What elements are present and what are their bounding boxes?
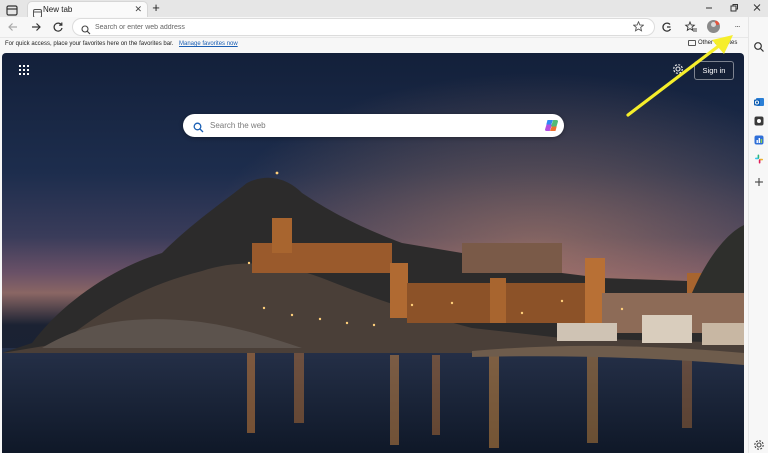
favorites-bar-message: For quick access, place your favorites h… [5, 41, 174, 47]
sidebar-search-icon[interactable] [753, 41, 765, 53]
title-bar: New tab ✕ + [0, 0, 768, 18]
web-search-box[interactable] [183, 114, 564, 137]
search-icon [193, 120, 204, 133]
edge-sidebar [748, 17, 768, 453]
tab-title: New tab [43, 5, 73, 14]
restore-icon[interactable] [727, 2, 741, 14]
address-input[interactable] [95, 21, 625, 33]
forward-arrow-icon[interactable] [29, 20, 43, 34]
back-arrow-icon[interactable] [6, 20, 20, 34]
notification-dot [715, 20, 720, 25]
address-bar[interactable] [72, 18, 655, 36]
tab-new-tab[interactable]: New tab ✕ [27, 1, 148, 18]
screenshot-icon[interactable] [753, 115, 765, 127]
app-launcher-icon[interactable] [19, 65, 29, 75]
web-search-input[interactable] [210, 119, 530, 132]
slack-icon[interactable] [753, 153, 765, 165]
add-icon[interactable] [753, 176, 765, 188]
minimize-icon[interactable] [702, 2, 716, 14]
new-tab-button[interactable]: + [150, 1, 162, 14]
search-icon [81, 22, 91, 35]
copilot-icon[interactable] [544, 118, 559, 133]
tab-actions-icon[interactable] [6, 3, 18, 16]
tools-icon[interactable] [753, 134, 765, 146]
manage-favorites-link[interactable]: Manage favorites now [179, 41, 238, 47]
outlook-icon[interactable] [753, 96, 765, 108]
new-tab-page-icon [33, 5, 43, 18]
refresh-icon[interactable] [51, 20, 65, 34]
tab-close-icon[interactable]: ✕ [134, 4, 142, 14]
settings-icon[interactable] [753, 439, 765, 451]
close-icon[interactable] [750, 2, 764, 14]
annotation-arrow [626, 35, 733, 117]
